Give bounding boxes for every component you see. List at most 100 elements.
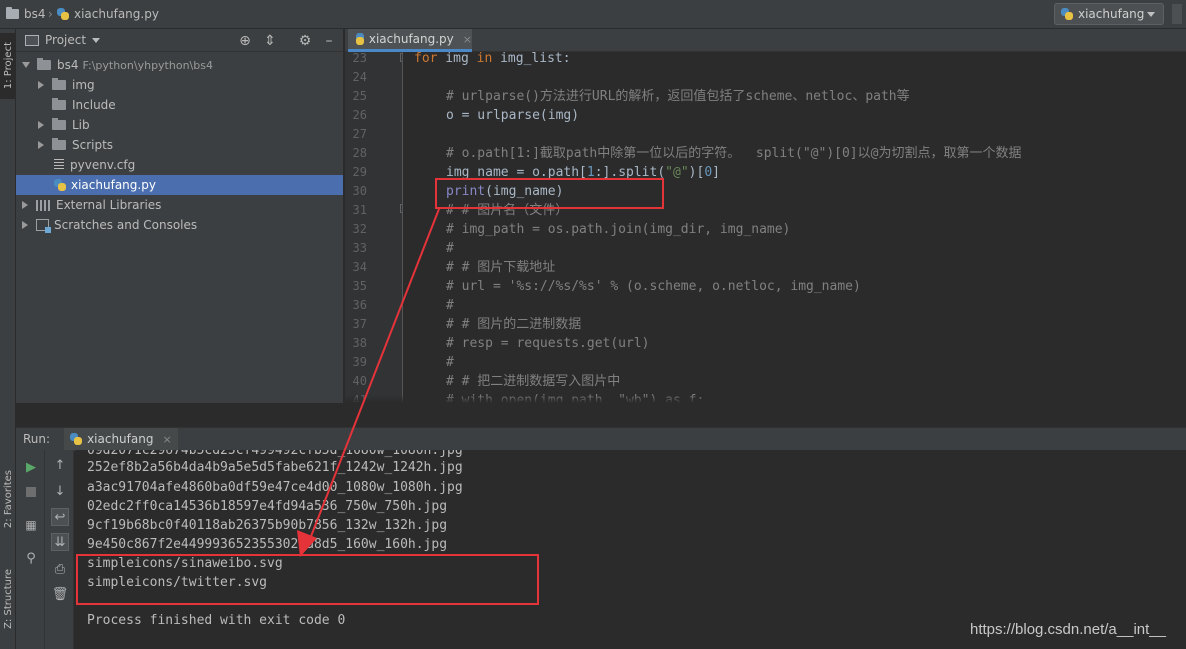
- stop-icon[interactable]: [22, 483, 40, 501]
- line-number: 34: [352, 260, 367, 274]
- run-tab-xiachufang[interactable]: xiachufang ×: [64, 427, 178, 451]
- chevron-right-icon[interactable]: [38, 141, 44, 149]
- trash-icon[interactable]: 🗑: [51, 585, 69, 603]
- run-label: Run:: [23, 432, 51, 446]
- code-line-37: # # 图片的二进制数据: [446, 317, 582, 332]
- code-line-38: # resp = requests.get(url): [446, 336, 650, 351]
- code-line-39: #: [446, 355, 454, 370]
- code-line-33: #: [446, 241, 454, 256]
- editor-scroll-fade: [345, 395, 1186, 403]
- python-icon: [70, 433, 83, 445]
- tree-item-pyvenv[interactable]: pyvenv.cfg: [16, 155, 343, 175]
- line-number: 38: [352, 336, 367, 350]
- folder-icon: [37, 58, 51, 70]
- tree-item-bs4[interactable]: bs4 F:\python\yhpython\bs4: [16, 55, 343, 75]
- code-line-28: # o.path[1:]截取path中除第一位以后的字符。 split("@")…: [446, 146, 1022, 161]
- tree-item-label: img: [72, 78, 95, 92]
- scratches-icon: [36, 219, 51, 233]
- editor-tab-label: xiachufang.py: [368, 32, 454, 46]
- tree-item-scratches[interactable]: Scratches and Consoles: [16, 215, 343, 235]
- soft-wrap-icon[interactable]: ↩: [51, 508, 69, 526]
- run-button-stub[interactable]: [1172, 4, 1182, 24]
- tab-favorites-tool[interactable]: 2: Favorites: [0, 459, 16, 539]
- close-icon[interactable]: ×: [162, 433, 171, 446]
- close-icon[interactable]: ×: [463, 33, 472, 46]
- gear-icon[interactable]: ⚙: [297, 33, 313, 49]
- project-panel-title[interactable]: Project: [45, 33, 86, 47]
- run-tab-label: xiachufang: [87, 432, 154, 446]
- rerun-icon[interactable]: ▶: [22, 458, 40, 476]
- project-tree: bs4 F:\python\yhpython\bs4 img Include L…: [16, 52, 343, 235]
- tab-favorites-tool-label: 2: Favorites: [2, 469, 14, 529]
- console-line: simpleicons/twitter.svg: [87, 575, 268, 590]
- chevron-right-icon[interactable]: [38, 81, 44, 89]
- folder-icon: [52, 78, 66, 90]
- code-line-25: # urlparse()方法进行URL的解析，返回值包括了scheme、netl…: [446, 89, 910, 104]
- tree-item-img[interactable]: img: [16, 75, 343, 95]
- run-tool-header: Run: xiachufang ×: [16, 427, 1186, 451]
- tree-item-scripts[interactable]: Scripts: [16, 135, 343, 155]
- line-number: 35: [352, 279, 367, 293]
- fold-marker-icon[interactable]: [400, 204, 402, 213]
- tab-project-tool-label: 1: Project: [2, 42, 14, 90]
- tree-item-lib[interactable]: Lib: [16, 115, 343, 135]
- line-number: 25: [352, 89, 367, 103]
- line-number: 32: [352, 222, 367, 236]
- console-output[interactable]: 09d2071c29674b5cd25cf499492cfb5d_1080w_1…: [75, 450, 1186, 649]
- tab-structure-tool[interactable]: Z: Structure: [0, 559, 16, 639]
- arrow-down-icon[interactable]: ↓: [51, 482, 69, 500]
- code-editor[interactable]: for img in img_list: # urlparse()方法进行URL…: [404, 52, 1186, 403]
- run-configuration-label: xiachufang: [1078, 7, 1145, 21]
- tree-item-label: Lib: [72, 118, 90, 132]
- breadcrumb-file[interactable]: xiachufang.py: [57, 7, 159, 21]
- tree-item-path: F:\python\yhpython\bs4: [82, 58, 213, 72]
- run-configuration-selector[interactable]: xiachufang: [1054, 3, 1164, 25]
- tree-item-include[interactable]: Include: [16, 95, 343, 115]
- breadcrumb-project[interactable]: bs4: [6, 7, 46, 21]
- code-line-29: img_name = o.path[1:].split("@")[0]: [446, 165, 720, 180]
- chevron-right-icon: ›: [48, 7, 53, 21]
- print-icon[interactable]: ⎙: [51, 560, 69, 578]
- tab-project-tool[interactable]: 1: Project: [0, 33, 16, 99]
- restore-layout-icon[interactable]: ▦: [22, 516, 40, 534]
- arrow-up-icon[interactable]: ↑: [51, 456, 69, 474]
- text-file-icon: [54, 159, 64, 171]
- python-icon: [1061, 8, 1073, 20]
- line-number: 24: [352, 70, 367, 84]
- fold-marker-icon[interactable]: [400, 53, 402, 62]
- watermark-text: https://blog.csdn.net/a__int__: [970, 621, 1166, 638]
- chevron-down-icon[interactable]: [92, 37, 101, 43]
- chevron-right-icon[interactable]: [22, 201, 28, 209]
- tree-item-label: bs4: [57, 58, 79, 72]
- console-line: simpleicons/sinaweibo.svg: [87, 556, 283, 571]
- line-number: 23: [352, 52, 367, 65]
- tab-xiachufang-py[interactable]: xiachufang.py ×: [348, 29, 472, 52]
- hide-icon[interactable]: –: [321, 33, 337, 49]
- collapse-all-icon[interactable]: ⇕: [262, 33, 278, 49]
- chevron-right-icon[interactable]: [38, 121, 44, 129]
- library-icon: [36, 199, 50, 211]
- run-toolbar-secondary: ↑ ↓ ↩ ⇊ ⎙ 🗑: [45, 450, 74, 649]
- folder-icon: [52, 138, 66, 150]
- line-number: 37: [352, 317, 367, 331]
- scroll-to-end-icon[interactable]: ⇊: [51, 533, 69, 551]
- tree-item-external-libraries[interactable]: External Libraries: [16, 195, 343, 215]
- tab-structure-tool-label: Z: Structure: [2, 569, 14, 629]
- editor-tab-bar: xiachufang.py ×: [345, 29, 1186, 52]
- tree-item-label: xiachufang.py: [71, 178, 156, 192]
- breadcrumb-file-label: xiachufang.py: [74, 7, 159, 21]
- project-view-icon: [25, 34, 39, 46]
- chevron-right-icon[interactable]: [22, 221, 28, 229]
- chevron-down-icon[interactable]: [22, 62, 30, 68]
- code-line-32: # img_path = os.path.join(img_dir, img_n…: [446, 222, 791, 237]
- code-line-23: for img in img_list:: [414, 52, 571, 66]
- console-line: 9e450c867f2e4499936523553022a8d5_160w_16…: [87, 537, 448, 552]
- tree-item-xiachufang[interactable]: xiachufang.py: [16, 175, 343, 195]
- tree-item-label: Scripts: [72, 138, 114, 152]
- locate-icon[interactable]: ⊕: [237, 33, 253, 49]
- line-number: 39: [352, 355, 367, 369]
- code-line-36: #: [446, 298, 454, 313]
- code-line-26: o = urlparse(img): [446, 108, 580, 123]
- pin-icon[interactable]: ⚲: [22, 549, 40, 567]
- chevron-down-icon: [1147, 12, 1155, 17]
